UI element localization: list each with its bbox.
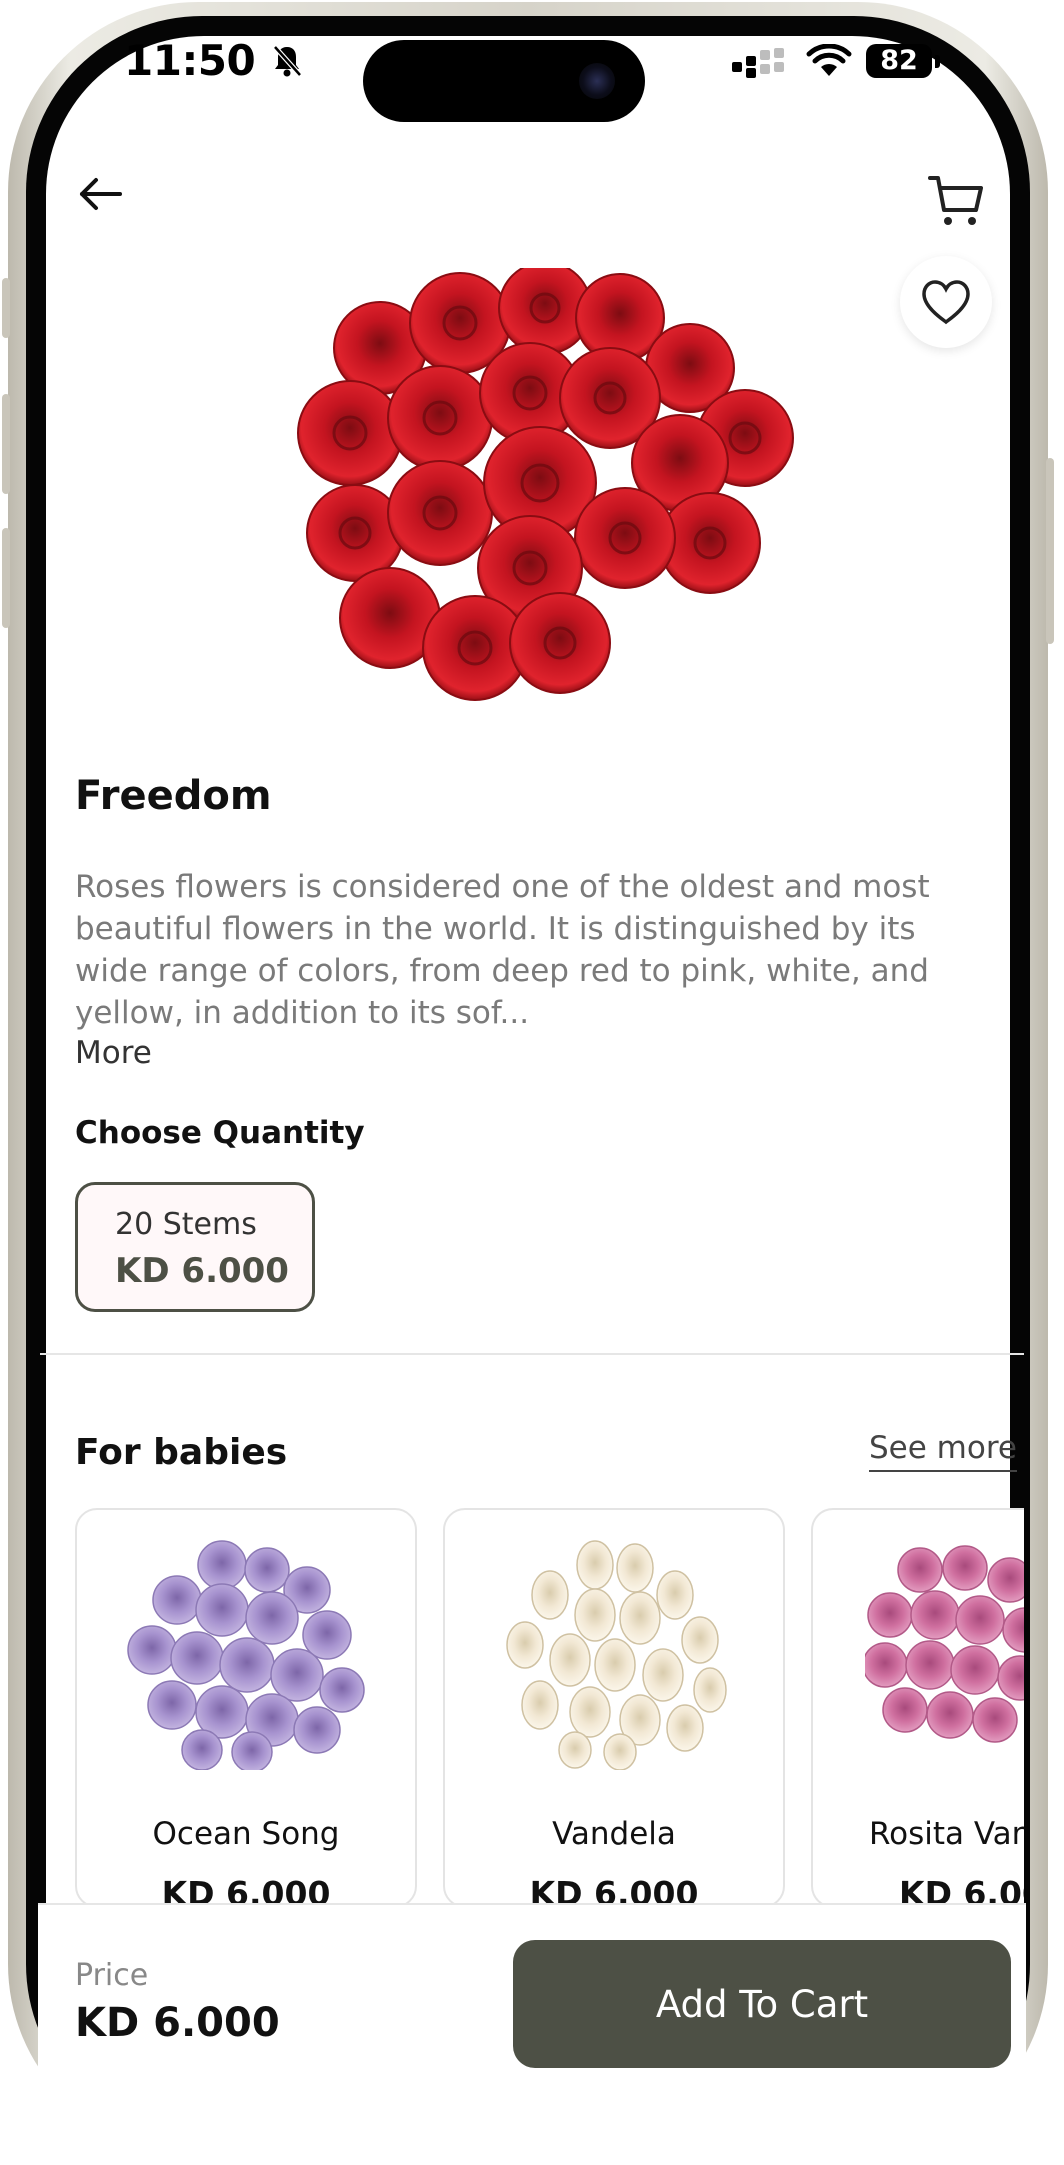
status-time: 11:50 [124, 36, 256, 85]
section-title: For babies [75, 1432, 288, 1473]
product-card[interactable]: Rosita Vandela KD 6.000 [811, 1508, 1024, 1908]
quantity-option[interactable]: 20 Stems KD 6.000 [75, 1182, 315, 1312]
product-card-name: Ocean Song [152, 1816, 340, 1852]
bell-slash-icon [273, 45, 302, 77]
product-description: Roses flowers is considered one of the o… [75, 869, 930, 1031]
side-button-left-3 [2, 528, 10, 628]
price-value: KD 6.000 [75, 2000, 280, 2046]
price-label: Price [75, 1958, 149, 1993]
product-card-name: Vandela [552, 1816, 676, 1852]
side-button-left-2 [2, 394, 10, 494]
side-button-right [1046, 458, 1054, 644]
cart-icon[interactable] [928, 172, 984, 228]
product-card[interactable]: Vandela KD 6.000 [443, 1508, 785, 1908]
quantity-option-stems: 20 Stems [115, 1207, 257, 1242]
dynamic-island [363, 40, 645, 122]
more-link[interactable]: More [75, 1035, 152, 1071]
product-card-image [865, 1545, 1024, 1743]
quantity-heading: Choose Quantity [75, 1115, 365, 1151]
side-button-left-1 [2, 278, 10, 338]
product-card-image [127, 1540, 365, 1770]
see-more-link[interactable]: See more [869, 1430, 1017, 1472]
product-card-image [506, 1540, 727, 1770]
quantity-option-price: KD 6.000 [115, 1251, 289, 1291]
back-arrow-icon[interactable] [76, 172, 124, 216]
add-to-cart-button[interactable]: Add To Cart [513, 1940, 1011, 2068]
signal-icon [732, 48, 784, 78]
camera-icon [579, 63, 615, 99]
favorite-button[interactable] [900, 256, 992, 348]
product-image [297, 268, 794, 701]
wifi-icon [806, 44, 852, 76]
section-divider [40, 1353, 1024, 1355]
product-title: Freedom [75, 773, 272, 819]
battery-icon: 82 [866, 44, 932, 78]
heart-icon [922, 280, 970, 325]
battery-cap [935, 55, 940, 68]
product-card-name: Rosita Vandela [869, 1816, 1024, 1852]
product-card[interactable]: Ocean Song KD 6.000 [75, 1508, 417, 1908]
